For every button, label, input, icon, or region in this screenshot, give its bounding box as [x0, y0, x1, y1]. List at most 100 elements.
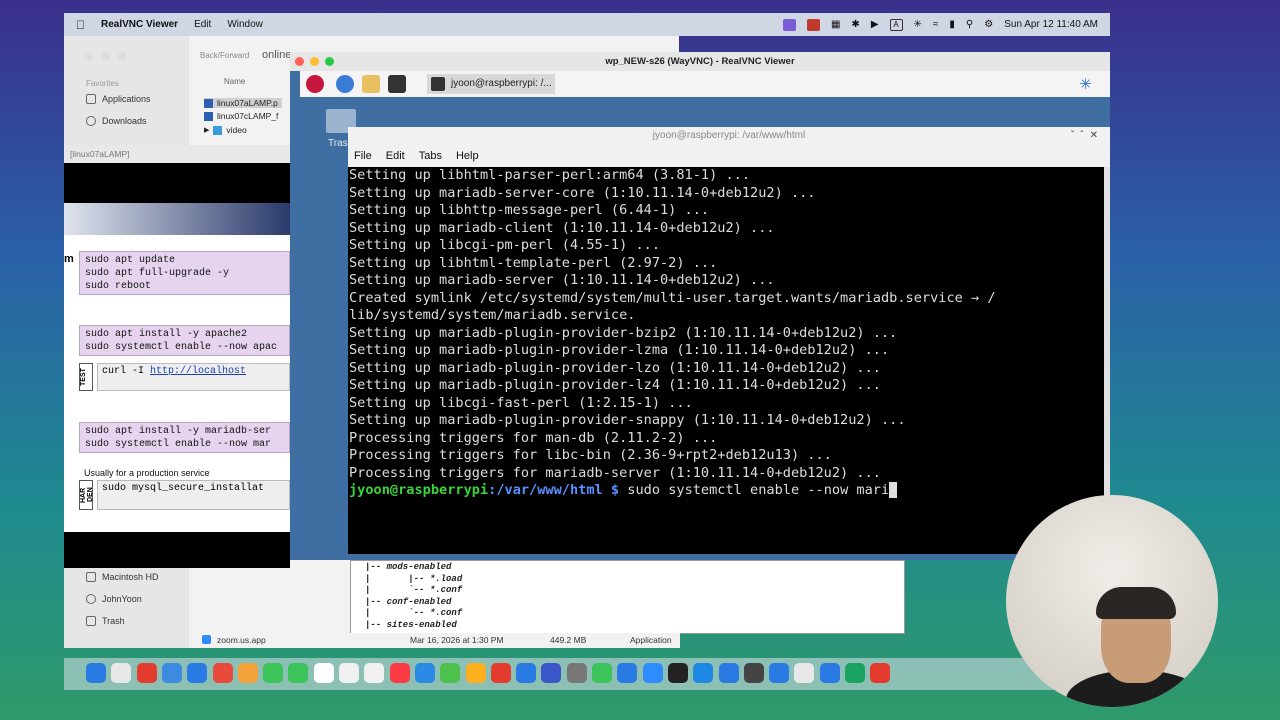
- dock-app-icon[interactable]: [819, 663, 840, 683]
- prompt-line[interactable]: jyoon@raspberrypi:/var/www/html $ sudo s…: [349, 482, 1104, 500]
- dock-app-icon[interactable]: [617, 663, 638, 683]
- dock-app-icon[interactable]: [718, 663, 739, 683]
- dock-app-icon[interactable]: [490, 663, 511, 683]
- input-source-icon[interactable]: A: [889, 18, 903, 31]
- apple-icon[interactable]: : [76, 18, 85, 32]
- datetime[interactable]: Sun Apr 12 11:40 AM: [1004, 19, 1098, 30]
- dock-app-icon[interactable]: [86, 663, 106, 683]
- dock-app-icon[interactable]: [313, 663, 334, 683]
- sidebar-label: Macintosh HD: [102, 572, 159, 582]
- minimize-button[interactable]: [310, 57, 319, 66]
- dock-app-icon[interactable]: [187, 663, 208, 683]
- prompt-path: :/var/www/html $: [488, 482, 620, 498]
- dock-app-icon[interactable]: [667, 663, 688, 683]
- dock-app-icon[interactable]: [364, 663, 385, 683]
- dock-app-icon[interactable]: [693, 663, 714, 683]
- record-icon[interactable]: [806, 18, 820, 31]
- dock-app-icon[interactable]: [288, 663, 309, 683]
- test-tag: TEST: [79, 363, 93, 391]
- battery-icon[interactable]: ▮: [949, 19, 955, 30]
- dock-app-icon[interactable]: [263, 663, 284, 683]
- dock-app-icon[interactable]: [566, 663, 587, 683]
- disk-icon: [86, 572, 96, 582]
- dock-app-icon[interactable]: [794, 663, 815, 683]
- menu-file[interactable]: File: [354, 150, 372, 162]
- vnc-title-bar[interactable]: wp_NEW-s26 (WayVNC) - RealVNC Viewer: [290, 52, 1110, 71]
- dock-app-icon[interactable]: [642, 663, 663, 683]
- raspberry-menu-icon[interactable]: [306, 75, 324, 93]
- browser-icon[interactable]: [336, 75, 354, 93]
- menu-help[interactable]: Help: [456, 150, 479, 162]
- file-row[interactable]: linux07cLAMP_f: [204, 111, 278, 121]
- close-dot[interactable]: [84, 52, 93, 61]
- sidebar-item-macintosh-hd[interactable]: Macintosh HD: [86, 572, 159, 582]
- dock-app-icon[interactable]: [743, 663, 764, 683]
- search-icon[interactable]: ⚲: [966, 19, 973, 30]
- dock-app-icon[interactable]: [389, 663, 410, 683]
- sidebar-item-downloads[interactable]: Downloads: [86, 116, 147, 126]
- terminal-title-bar[interactable]: jyoon@raspberrypi: /var/www/html ˇˆ✕: [348, 127, 1110, 145]
- code-block-update[interactable]: sudo apt update sudo apt full-upgrade -y…: [79, 251, 290, 295]
- dock-app-icon[interactable]: [237, 663, 258, 683]
- control-center-icon[interactable]: ⚙: [984, 19, 993, 30]
- zoom-button[interactable]: [325, 57, 334, 66]
- column-header-name[interactable]: Name: [224, 77, 245, 86]
- test-command[interactable]: curl -I http://localhost: [97, 363, 290, 391]
- minimize-dot[interactable]: [101, 52, 110, 61]
- bluetooth-icon[interactable]: ✳: [1079, 75, 1092, 93]
- dock-app-icon[interactable]: [465, 663, 486, 683]
- back-forward-label[interactable]: Back/Forward: [200, 51, 249, 60]
- file-row[interactable]: linux07aLAMP.p: [204, 98, 282, 108]
- terminal-line: lib/systemd/system/mariadb.service.: [349, 307, 636, 323]
- dock-app-icon[interactable]: [769, 663, 790, 683]
- file-manager-icon[interactable]: [362, 75, 380, 93]
- dock-app-icon[interactable]: [516, 663, 537, 683]
- menu-app-name[interactable]: RealVNC Viewer: [101, 19, 178, 30]
- bluetooth-icon[interactable]: ✳: [914, 19, 922, 30]
- zoom-dot[interactable]: [118, 52, 127, 61]
- finder-bottom-row[interactable]: zoom.us.app Mar 16, 2026 at 1:30 PM 449.…: [190, 633, 680, 648]
- terminal-line: Setting up libcgi-pm-perl (4.55-1) ...: [349, 237, 660, 253]
- sidebar-item-applications[interactable]: Applications: [86, 94, 151, 104]
- dock-app-icon[interactable]: [541, 663, 562, 683]
- dock-app-icon[interactable]: [592, 663, 612, 683]
- sidebar-item-home[interactable]: JohnYoon: [86, 594, 142, 604]
- menu-tabs[interactable]: Tabs: [419, 150, 442, 162]
- menu-edit[interactable]: Edit: [194, 19, 211, 30]
- dock-app-icon[interactable]: [440, 663, 461, 683]
- window-controls[interactable]: ˇˆ✕: [1071, 127, 1104, 145]
- code-block-apache[interactable]: sudo apt install -y apache2 sudo systemc…: [79, 325, 290, 356]
- task-label: jyoon@raspberrypi: /...: [451, 78, 552, 89]
- terminal-icon: [431, 77, 445, 91]
- file-row[interactable]: ▶ video: [204, 125, 247, 135]
- terminal-line: Setting up mariadb-server-core (1:10.11.…: [349, 184, 816, 201]
- finder-window-title: online: [262, 49, 292, 61]
- menu-edit[interactable]: Edit: [386, 150, 405, 162]
- close-button[interactable]: [295, 57, 304, 66]
- menu-window[interactable]: Window: [227, 19, 263, 30]
- harden-command[interactable]: sudo mysql_secure_installat: [97, 480, 290, 510]
- play-icon[interactable]: ▶: [871, 19, 879, 30]
- file-name: linux07cLAMP_f: [217, 111, 279, 121]
- dock-app-icon[interactable]: [339, 663, 359, 683]
- dock-app-icon[interactable]: [870, 663, 891, 683]
- dock-app-icon[interactable]: [212, 663, 233, 683]
- terminal-launcher-icon[interactable]: [388, 75, 406, 93]
- dock-app-icon[interactable]: [414, 663, 435, 683]
- disclosure-icon[interactable]: ▶: [204, 126, 209, 134]
- screen-share-icon[interactable]: [782, 18, 796, 31]
- taskbar-terminal-button[interactable]: jyoon@raspberrypi: /...: [427, 74, 555, 94]
- dock-app-icon[interactable]: [136, 663, 157, 683]
- wifi-icon[interactable]: ≈: [933, 19, 939, 30]
- code-block-mariadb[interactable]: sudo apt install -y mariadb-ser sudo sys…: [79, 422, 290, 453]
- terminal-output[interactable]: Setting up libhtml-parser-perl:arm64 (3.…: [348, 167, 1104, 554]
- applications-icon: [86, 94, 96, 104]
- localhost-link[interactable]: http://localhost: [150, 366, 246, 377]
- sidebar-item-trash[interactable]: Trash: [86, 616, 125, 626]
- margin-letter: m: [64, 253, 74, 265]
- dock-app-icon[interactable]: [845, 663, 865, 683]
- gear-icon[interactable]: ✱: [851, 19, 859, 30]
- grid-icon[interactable]: ▦: [831, 19, 840, 30]
- dock-app-icon[interactable]: [161, 663, 182, 683]
- dock-app-icon[interactable]: [111, 663, 132, 683]
